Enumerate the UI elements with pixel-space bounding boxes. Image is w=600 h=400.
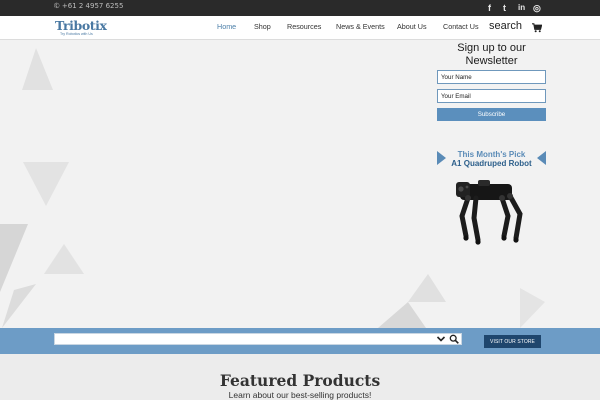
nav-shop[interactable]: Shop xyxy=(254,22,271,31)
search-icon[interactable] xyxy=(449,334,459,344)
product-search-box xyxy=(54,333,462,345)
nav-home[interactable]: Home xyxy=(217,22,236,31)
monthly-pick-banner[interactable]: This Month's Pick A1 Quadruped Robot xyxy=(437,148,546,170)
phone-number[interactable]: ✆+61 2 4957 6255 xyxy=(52,1,124,11)
twitter-icon[interactable]: t xyxy=(503,2,506,14)
nav-about-us[interactable]: About Us xyxy=(397,22,427,31)
chevron-down-icon[interactable] xyxy=(436,334,446,344)
nav-news-events[interactable]: News & Events xyxy=(336,22,385,31)
quadruped-robot-image[interactable] xyxy=(452,174,532,250)
nav-contact-us[interactable]: Contact Us xyxy=(443,22,479,31)
facebook-icon[interactable]: f xyxy=(488,2,491,14)
main-navigation: Tribotix Try Robotics with Us Home Shop … xyxy=(0,16,600,40)
nav-resources[interactable]: Resources xyxy=(287,22,321,31)
product-search-band: Visit our store xyxy=(0,328,600,354)
newsletter-title: Sign up to our Newsletter xyxy=(457,42,526,67)
subscribe-button[interactable]: Subscribe xyxy=(437,108,546,121)
product-search-input[interactable] xyxy=(55,334,430,344)
search-link[interactable]: search xyxy=(489,20,522,32)
featured-title: Featured Products xyxy=(219,371,381,390)
top-bar: ✆+61 2 4957 6255 f t in ◎ xyxy=(0,0,600,16)
site-logo[interactable]: Tribotix Try Robotics with Us xyxy=(55,18,107,38)
instagram-icon[interactable]: ◎ xyxy=(533,2,541,14)
linkedin-icon[interactable]: in xyxy=(518,2,525,14)
featured-products-section: Featured Products Learn about our best-s… xyxy=(0,354,600,400)
newsletter-email-input[interactable] xyxy=(437,89,546,103)
newsletter-name-input[interactable] xyxy=(437,70,546,84)
cart-icon[interactable] xyxy=(532,23,542,33)
visit-store-button[interactable]: Visit our store xyxy=(484,335,541,348)
featured-subtitle: Learn about our best-selling products! xyxy=(228,390,372,400)
phone-icon: ✆ xyxy=(52,1,62,11)
